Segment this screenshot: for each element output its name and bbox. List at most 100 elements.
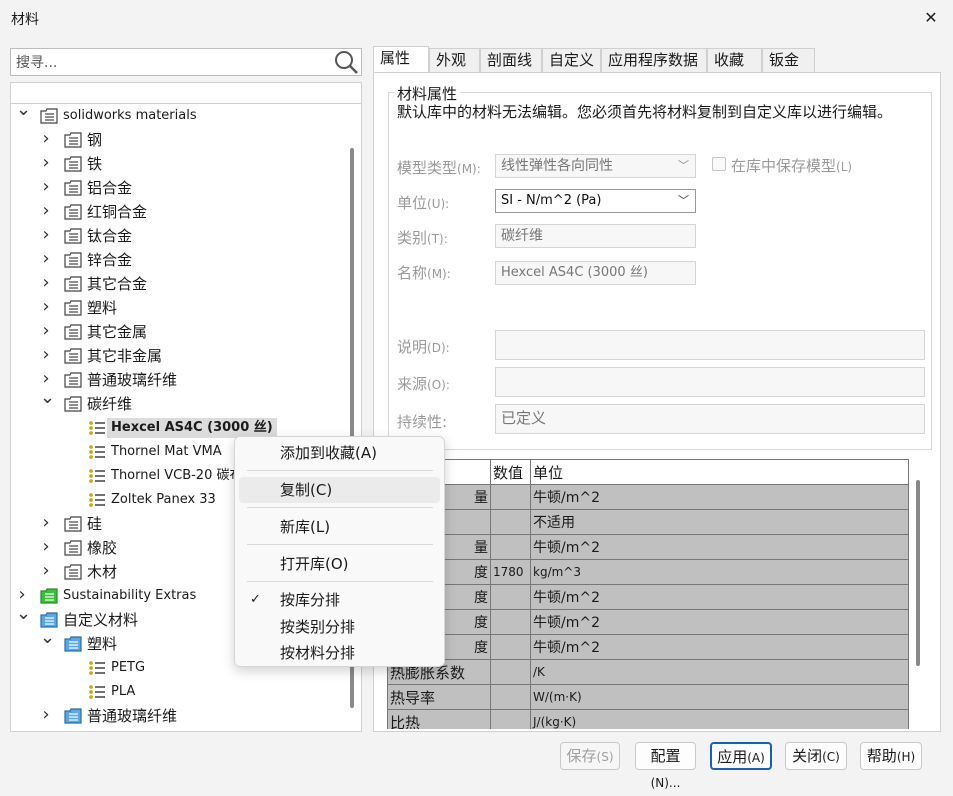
menu-item-sort-by-library[interactable]: 按库分排	[239, 587, 440, 613]
chevron-right-icon[interactable]: ›	[40, 560, 52, 584]
chevron-right-icon[interactable]: ›	[40, 272, 52, 296]
chevron-right-icon[interactable]: ›	[40, 296, 52, 320]
config-button[interactable]: 配置(N)...	[635, 742, 696, 790]
readonly-notice: 默认库中的材料无法编辑。您必须首先将材料复制到自定义库以进行编辑。	[397, 103, 893, 121]
chevron-right-icon[interactable]: ›	[40, 200, 52, 224]
table-row[interactable]: 比热 J/(kg·K)	[387, 709, 909, 729]
help-button[interactable]: 帮助(H)	[860, 742, 922, 770]
tree-item-label: 钛合金	[87, 227, 133, 245]
chevron-right-icon[interactable]: ›	[40, 248, 52, 272]
table-row[interactable]: 不适用	[387, 509, 909, 535]
chevron-right-icon[interactable]: ›	[40, 152, 52, 176]
chevron-right-icon[interactable]: ›	[40, 344, 52, 368]
description-field	[495, 330, 925, 360]
sustainability-label: 持续性:	[397, 413, 448, 431]
menu-item-new-library[interactable]: 新库(L)	[239, 514, 440, 540]
unit-select[interactable]: SI - N/m^2 (Pa) ﹀	[495, 189, 696, 213]
folder-icon	[64, 300, 82, 316]
tree-item[interactable]: › 其它合金	[12, 272, 348, 296]
folder-icon	[64, 252, 82, 268]
tree-item[interactable]: › 塑料	[12, 296, 348, 320]
tree-item[interactable]: › 铁	[12, 152, 348, 176]
menu-item-add-favorite[interactable]: 添加到收藏(A)	[239, 440, 440, 466]
chevron-right-icon[interactable]: ›	[40, 320, 52, 344]
tree-item-label: 普通玻璃纤维	[87, 371, 178, 389]
table-row[interactable]: 热膨胀系数/K	[387, 659, 909, 685]
chevron-down-icon[interactable]: ⌄	[16, 605, 31, 632]
folder-icon	[64, 564, 82, 580]
chevron-right-icon[interactable]: ›	[40, 512, 52, 536]
tab-3[interactable]: 自定义	[542, 48, 601, 72]
tree-item[interactable]: › 钢	[12, 128, 348, 152]
model-type-label: 模型类型(M):	[397, 159, 481, 177]
close-icon[interactable]: ✕	[918, 5, 944, 31]
folder-icon	[64, 348, 82, 364]
property-value-cell	[490, 509, 531, 535]
tree-item-label: 普通玻璃纤维	[87, 707, 178, 725]
apply-button[interactable]: 应用(A)	[710, 742, 772, 770]
tree-item[interactable]: › 铝合金	[12, 176, 348, 200]
chevron-right-icon[interactable]: ›	[40, 176, 52, 200]
menu-item-copy[interactable]: 复制(C)	[239, 477, 440, 503]
tree-item[interactable]: ⌄ 碳纤维	[12, 389, 348, 416]
tree-item[interactable]: › 其它金属	[12, 320, 348, 344]
save-button[interactable]: 保存(S)	[560, 742, 620, 770]
property-unit-cell: 牛顿/m^2	[530, 484, 909, 510]
menu-item-sort-by-material[interactable]: 按材料分排	[239, 640, 440, 666]
property-unit-cell: kg/m^3	[530, 559, 909, 585]
tab-0[interactable]: 属性	[373, 46, 429, 73]
tab-5[interactable]: 收藏	[707, 48, 762, 72]
tree-item-label: 锌合金	[87, 251, 133, 269]
table-row[interactable]: 度 1780 kg/m^3	[387, 559, 909, 585]
table-row[interactable]: 度牛顿/m^2	[387, 609, 909, 635]
property-value-cell	[490, 659, 531, 685]
property-table[interactable]: 数值 单位 量牛顿/m^2 不适用量牛顿/m^2 度 1780 kg/m^3 度牛顿/m^…	[387, 459, 909, 729]
chevron-down-icon[interactable]: ⌄	[40, 629, 55, 656]
property-value-cell	[490, 709, 531, 729]
table-row[interactable]: 量牛顿/m^2	[387, 534, 909, 560]
tab-4[interactable]: 应用程序数据	[601, 48, 707, 72]
name-field: Hexcel AS4C (3000 丝)	[495, 261, 696, 285]
chevron-right-icon[interactable]: ›	[40, 704, 52, 728]
chevron-right-icon[interactable]: ›	[40, 128, 52, 152]
property-unit-cell: J/(kg·K)	[530, 709, 909, 729]
tree-item[interactable]: › 普通玻璃纤维	[12, 368, 348, 392]
model-type-select[interactable]: 线性弹性各向同性 ﹀	[495, 154, 696, 178]
tree-item[interactable]: › 普通玻璃纤维	[12, 704, 348, 728]
tree-item[interactable]: PLA	[12, 680, 348, 704]
search-icon[interactable]	[333, 49, 359, 75]
close-button[interactable]: 关闭(C)	[785, 742, 847, 770]
table-row[interactable]: 度牛顿/m^2	[387, 584, 909, 610]
chevron-right-icon[interactable]: ›	[40, 224, 52, 248]
chevron-down-icon[interactable]: ⌄	[40, 389, 55, 416]
tab-2[interactable]: 剖面线	[480, 48, 542, 72]
tree-item[interactable]: › 锌合金	[12, 248, 348, 272]
tree-item[interactable]: › 红铜合金	[12, 200, 348, 224]
tree-item[interactable]: › 其它非金属	[12, 344, 348, 368]
table-scrollbar[interactable]	[916, 480, 920, 666]
tree-item-label: 其它非金属	[87, 347, 163, 365]
chevron-right-icon[interactable]: ›	[40, 536, 52, 560]
tree-item[interactable]: › 钛合金	[12, 224, 348, 248]
menu-item-sort-by-category[interactable]: 按类别分排	[239, 614, 440, 640]
tree-item-label: Thornel VCB-20 碳布	[111, 468, 243, 483]
category-label: 类别(T):	[397, 229, 448, 247]
tree-item-label: Hexcel AS4C (3000 丝)	[107, 418, 277, 438]
tree-item[interactable]: ⌄ solidworks materials	[12, 101, 348, 128]
table-row[interactable]: 量牛顿/m^2	[387, 484, 909, 510]
tab-6[interactable]: 钣金	[762, 48, 815, 72]
chevron-down-icon[interactable]: ⌄	[16, 101, 31, 128]
category-field: 碳纤维	[495, 224, 696, 248]
table-row[interactable]: 热导率 W/(m·K)	[387, 684, 909, 710]
folder-icon	[64, 540, 82, 556]
tree-item-label: 铁	[87, 155, 103, 173]
property-name-cell: 热导率	[387, 684, 491, 710]
table-row[interactable]: 度牛顿/m^2	[387, 634, 909, 660]
tab-1[interactable]: 外观	[429, 48, 480, 72]
menu-item-open-library[interactable]: 打开库(O)	[239, 551, 440, 577]
tree-item-label: 红铜合金	[87, 203, 148, 221]
folder-icon	[64, 516, 82, 532]
property-value-cell	[490, 584, 531, 610]
search-input[interactable]	[10, 48, 362, 76]
save-model-checkbox[interactable]	[712, 157, 726, 171]
